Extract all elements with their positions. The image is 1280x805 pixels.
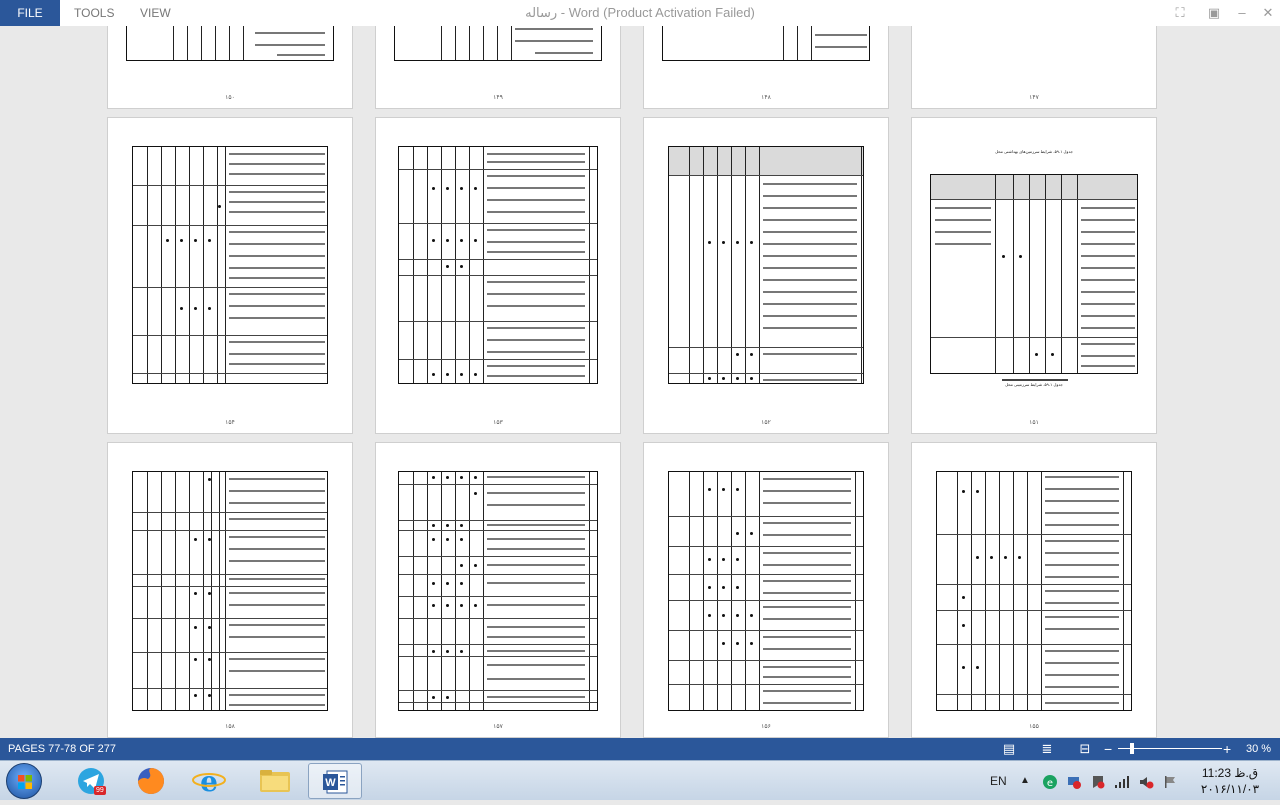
zoom-level[interactable]: 30 % [1246, 738, 1271, 760]
table [126, 26, 334, 61]
table [398, 146, 598, 384]
windows-logo-icon [18, 775, 32, 789]
firefox-icon [138, 768, 164, 794]
ribbon-options-icon[interactable]: ▣ [1200, 0, 1228, 26]
system-clock[interactable]: 11:23 ق.ظ ۲۰۱۶/۱۱/۰۳ [1185, 765, 1275, 797]
table [930, 174, 1138, 374]
page-number: ۱۵۸ [225, 723, 235, 730]
table-title: جدول ۱-۵۹- شرایط سرزمین‌های بهداشتی محل [995, 149, 1073, 154]
document-area[interactable]: ۱۵۰ ۱۴۹ ۱۴۸ ۱۴۷ ۱۵۴ ۱۵۳ ۱۵۲ جدول ۱-۵۹- ش… [0, 26, 1280, 738]
page: ۱۴۹ [375, 26, 621, 109]
table [662, 26, 870, 61]
page-number: ۱۵۷ [493, 723, 503, 730]
folder-icon [260, 770, 290, 792]
taskbar-internet-explorer[interactable]: e [182, 763, 236, 799]
network-warning-icon[interactable] [1066, 761, 1082, 801]
page: ۱۴۷ [911, 26, 1157, 109]
page-number: ۱۵۶ [761, 723, 771, 730]
clock-time: 11:23 ق.ظ [1201, 766, 1259, 780]
table [668, 146, 864, 384]
table [132, 146, 328, 384]
telegram-icon [78, 768, 104, 794]
taskbar-file-explorer[interactable] [248, 763, 302, 799]
svg-text:e: e [200, 765, 218, 798]
close-icon[interactable]: ✕ [1254, 0, 1280, 26]
view-tab[interactable]: VIEW [140, 0, 171, 26]
page-number: ۱۴۹ [493, 94, 503, 101]
read-mode-icon[interactable]: ▤ [1001, 741, 1017, 757]
internet-explorer-icon: e [192, 765, 226, 798]
word-icon: W [323, 770, 348, 794]
clock-date: ۲۰۱۶/۱۱/۰۳ [1200, 782, 1260, 796]
table-caption: جدول ۱-۵۹- شرایط سرزمینی محل [1005, 382, 1063, 387]
page-number: ۱۵۲ [761, 419, 771, 426]
page: ۱۵۸ [107, 442, 353, 738]
table [394, 26, 602, 61]
title-bar: FILE TOOLS VIEW رساله - Word (Product Ac… [0, 0, 1280, 26]
table [132, 471, 328, 711]
fullscreen-icon[interactable]: ⛶ [1166, 0, 1194, 26]
language-indicator[interactable]: EN [990, 761, 1007, 801]
tools-tab[interactable]: TOOLS [74, 0, 114, 26]
page: ۱۵۴ [107, 117, 353, 434]
page: ۱۴۸ [643, 26, 889, 109]
page-number: ۱۵۴ [225, 419, 235, 426]
page-number: ۱۵۰ [225, 94, 235, 101]
taskbar-word[interactable]: W [308, 763, 362, 799]
page: ۱۵۶ [643, 442, 889, 738]
page-count-status[interactable]: PAGES 77-78 OF 277 [8, 738, 116, 760]
zoom-slider-thumb[interactable] [1130, 743, 1134, 754]
page: ۱۵۷ [375, 442, 621, 738]
page-number: ۱۴۷ [1029, 94, 1039, 101]
flag-tray-icon[interactable] [1162, 761, 1178, 801]
action-center-icon[interactable] [1090, 761, 1106, 801]
window-title: رساله - Word (Product Activation Failed) [525, 5, 755, 20]
telegram-badge: 99 [94, 786, 106, 795]
table-caption-rule [1002, 379, 1068, 381]
volume-muted-icon[interactable] [1138, 761, 1154, 801]
security-tray-icon[interactable]: e [1042, 761, 1058, 801]
file-tab[interactable]: FILE [0, 0, 60, 26]
table [668, 471, 864, 711]
taskbar: 99 e W EN ▲ e 11:23 ق.ظ ۲۰۱۶/۱۱/۰۳ [0, 760, 1280, 800]
page: ۱۵۵ [911, 442, 1157, 738]
zoom-out-button[interactable]: − [1104, 738, 1112, 760]
taskbar-firefox[interactable] [124, 763, 178, 799]
page-number: ۱۵۱ [1029, 419, 1039, 426]
status-bar: PAGES 77-78 OF 277 ▤ ≣ ⊟ − + 30 % [0, 738, 1280, 760]
taskbar-telegram[interactable]: 99 [64, 763, 118, 799]
table [936, 471, 1132, 711]
page-number: ۱۵۳ [493, 419, 503, 426]
page-number: ۱۵۵ [1029, 723, 1039, 730]
start-button[interactable] [6, 763, 42, 799]
zoom-in-button[interactable]: + [1223, 738, 1231, 760]
page: جدول ۱-۵۹- شرایط سرزمین‌های بهداشتی محل … [911, 117, 1157, 434]
page: ۱۵۰ [107, 26, 353, 109]
print-layout-icon[interactable]: ≣ [1039, 741, 1055, 757]
svg-text:e: e [1047, 778, 1053, 789]
web-layout-icon[interactable]: ⊟ [1077, 741, 1093, 757]
svg-text:W: W [325, 777, 336, 789]
minimize-icon[interactable]: – [1228, 0, 1256, 26]
table [398, 471, 598, 711]
page: ۱۵۳ [375, 117, 621, 434]
page-number: ۱۴۸ [761, 94, 771, 101]
signal-strength-icon[interactable] [1114, 761, 1130, 801]
show-hidden-icons-icon[interactable]: ▲ [1020, 761, 1030, 801]
page: ۱۵۲ [643, 117, 889, 434]
